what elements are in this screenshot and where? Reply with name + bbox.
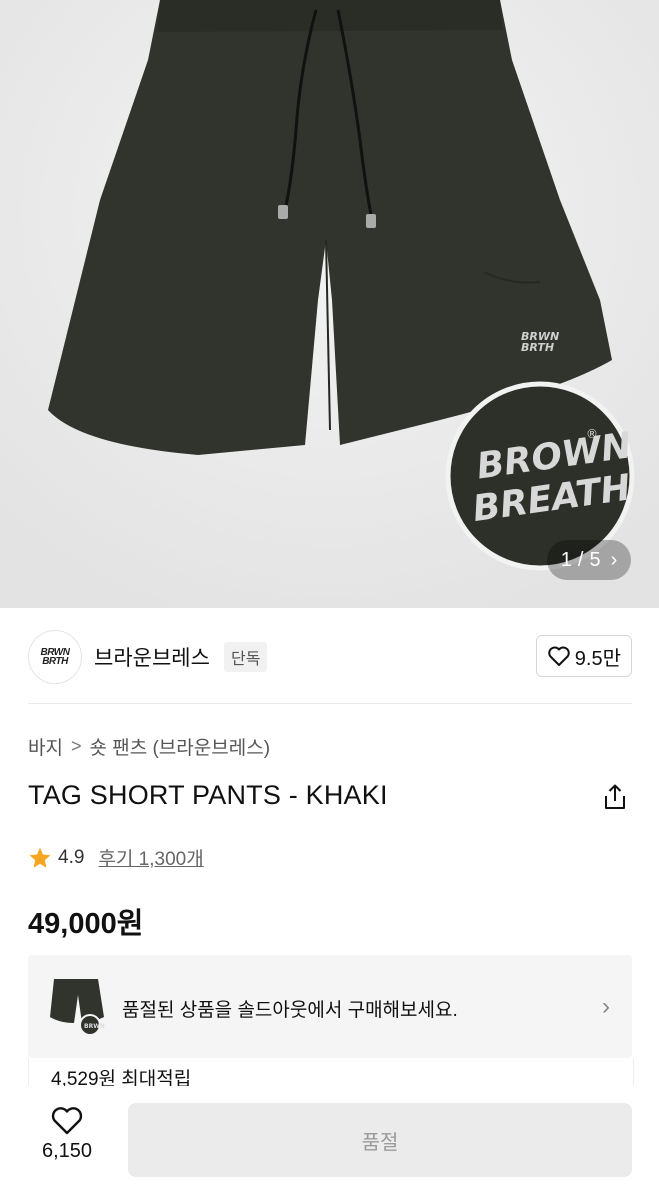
brand-logo[interactable]: BRWN BRTH — [28, 630, 82, 684]
svg-text:®: ® — [586, 427, 598, 441]
brand-row: BRWN BRTH 브라운브레스 단독 9.5만 — [28, 630, 632, 684]
wishlist-count: 6,150 — [41, 1140, 93, 1162]
image-counter-total: 5 — [589, 548, 601, 571]
svg-text:BRTH: BRTH — [521, 341, 554, 354]
breadcrumb-item-subcategory[interactable]: 숏 팬츠 (브라운브레스) — [89, 733, 270, 760]
product-price: 49,000원 — [28, 908, 144, 940]
heart-icon — [548, 646, 570, 666]
product-title: TAG SHORT PANTS - KHAKI — [28, 780, 388, 810]
breadcrumb-item-category[interactable]: 바지 — [28, 733, 63, 760]
share-icon[interactable] — [600, 782, 630, 812]
product-image-gallery[interactable]: BRWN BRTH BROWN BREATH ® 1 / 5 › — [0, 0, 659, 608]
review-count-link[interactable]: 후기 1,300개 — [98, 844, 203, 871]
star-icon — [29, 847, 51, 868]
svg-text:BRWN: BRWN — [84, 1023, 105, 1030]
breadcrumb: 바지 > 숏 팬츠 (브라운브레스) — [28, 733, 270, 760]
rating: 4.9 후기 1,300개 — [28, 844, 204, 871]
points-section: 4,529원 최대적립 — [28, 1058, 634, 1088]
rating-score: 4.9 — [58, 846, 85, 868]
divider — [28, 703, 632, 704]
chevron-right-icon: › — [602, 993, 610, 1020]
image-counter-current: 1 — [560, 548, 572, 571]
chevron-right-icon: > — [70, 736, 82, 756]
soldout-product-thumbnail: BRWN — [50, 979, 105, 1036]
brand-like-button[interactable]: 9.5만 — [535, 635, 632, 677]
brand-like-count: 9.5만 — [574, 647, 621, 670]
product-image: BRWN BRTH BROWN BREATH ® — [0, 0, 659, 608]
wishlist-button[interactable]: 6,150 — [38, 1106, 96, 1163]
max-points: 4,529원 최대적립 — [51, 1069, 192, 1088]
image-counter-separator: / — [577, 548, 584, 571]
bottom-action-bar: 6,150 품절 — [0, 1086, 659, 1200]
soldout-buy-button[interactable]: 품절 — [128, 1103, 632, 1177]
soldout-message: 품절된 상품을 솔드아웃에서 구매해보세요. — [122, 1000, 458, 1021]
soldout-banner[interactable]: BRWN 품절된 상품을 솔드아웃에서 구매해보세요. › — [28, 955, 632, 1058]
brand-name[interactable]: 브라운브레스 — [94, 642, 210, 672]
chevron-right-icon: › — [610, 548, 618, 571]
image-counter[interactable]: 1 / 5 › — [547, 540, 631, 580]
heart-icon — [51, 1107, 83, 1135]
exclusive-badge: 단독 — [224, 642, 268, 672]
